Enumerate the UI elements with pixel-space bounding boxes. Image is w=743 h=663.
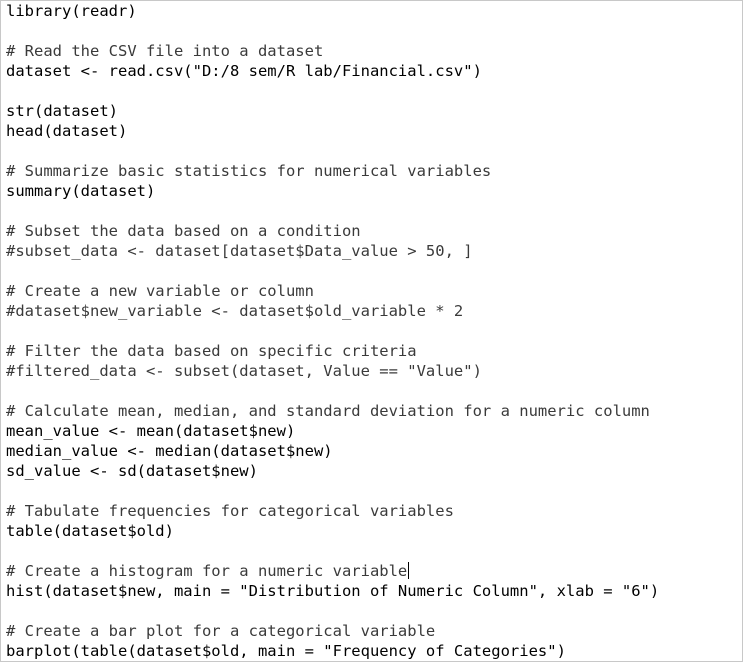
editor-line[interactable]: sd_value <- sd(dataset$new) bbox=[6, 461, 743, 481]
code-comment: # Calculate mean, median, and standard d… bbox=[6, 402, 650, 420]
code-text: table(dataset$old) bbox=[6, 522, 174, 540]
editor-line[interactable]: # Create a bar plot for a categorical va… bbox=[6, 621, 743, 641]
editor-blank-line[interactable] bbox=[6, 81, 743, 101]
code-comment: # Summarize basic statistics for numeric… bbox=[6, 162, 492, 180]
code-text: hist(dataset$new, main = "Distribution o… bbox=[6, 582, 660, 600]
code-text: mean_value <- mean(dataset$new) bbox=[6, 422, 296, 440]
editor-line[interactable]: #filtered_data <- subset(dataset, Value … bbox=[6, 361, 743, 381]
code-text: str(dataset) bbox=[6, 102, 118, 120]
code-comment: #subset_data <- dataset[dataset$Data_val… bbox=[6, 242, 473, 260]
editor-blank-line[interactable] bbox=[6, 141, 743, 161]
editor-blank-line[interactable] bbox=[6, 21, 743, 41]
editor-blank-line[interactable] bbox=[6, 321, 743, 341]
code-text: head(dataset) bbox=[6, 122, 128, 140]
editor-line[interactable]: #dataset$new_variable <- dataset$old_var… bbox=[6, 301, 743, 321]
code-comment: #filtered_data <- subset(dataset, Value … bbox=[6, 362, 482, 380]
code-comment: #dataset$new_variable <- dataset$old_var… bbox=[6, 302, 464, 320]
code-comment: # Create a new variable or column bbox=[6, 282, 314, 300]
editor-line[interactable]: # Subset the data based on a condition bbox=[6, 221, 743, 241]
editor-line[interactable]: hist(dataset$new, main = "Distribution o… bbox=[6, 581, 743, 601]
editor-line[interactable]: mean_value <- mean(dataset$new) bbox=[6, 421, 743, 441]
code-text: barplot(table(dataset$old, main = "Frequ… bbox=[6, 642, 566, 660]
code-text: median_value <- median(dataset$new) bbox=[6, 442, 333, 460]
code-comment: # Filter the data based on specific crit… bbox=[6, 342, 417, 360]
code-text: summary(dataset) bbox=[6, 182, 156, 200]
editor-line[interactable]: # Read the CSV file into a dataset bbox=[6, 41, 743, 61]
editor-line[interactable]: # Summarize basic statistics for numeric… bbox=[6, 161, 743, 181]
code-comment: # Read the CSV file into a dataset bbox=[6, 42, 324, 60]
code-text: sd_value <- sd(dataset$new) bbox=[6, 462, 258, 480]
code-comment: # Create a bar plot for a categorical va… bbox=[6, 622, 436, 640]
editor-blank-line[interactable] bbox=[6, 201, 743, 221]
editor-blank-line[interactable] bbox=[6, 601, 743, 621]
editor-line[interactable]: str(dataset) bbox=[6, 101, 743, 121]
editor-line[interactable]: library(readr) bbox=[6, 1, 743, 21]
editor-line[interactable]: # Tabulate frequencies for categorical v… bbox=[6, 501, 743, 521]
code-comment: # Tabulate frequencies for categorical v… bbox=[6, 502, 454, 520]
code-comment: # Subset the data based on a condition bbox=[6, 222, 361, 240]
code-editor[interactable]: library(readr) # Read the CSV file into a… bbox=[1, 1, 743, 663]
editor-blank-line[interactable] bbox=[6, 261, 743, 281]
editor-line[interactable]: # Calculate mean, median, and standard d… bbox=[6, 401, 743, 421]
editor-line[interactable]: median_value <- median(dataset$new) bbox=[6, 441, 743, 461]
code-comment: # Create a histogram for a numeric varia… bbox=[6, 562, 408, 580]
editor-line[interactable]: table(dataset$old) bbox=[6, 521, 743, 541]
editor-line[interactable]: # Create a new variable or column bbox=[6, 281, 743, 301]
editor-line[interactable]: # Filter the data based on specific crit… bbox=[6, 341, 743, 361]
editor-line[interactable]: #subset_data <- dataset[dataset$Data_val… bbox=[6, 241, 743, 261]
code-text: library(readr) bbox=[6, 2, 137, 20]
editor-line[interactable]: dataset <- read.csv("D:/8 sem/R lab/Fina… bbox=[6, 61, 743, 81]
code-text: dataset <- read.csv("D:/8 sem/R lab/Fina… bbox=[6, 62, 482, 80]
editor-blank-line[interactable] bbox=[6, 381, 743, 401]
text-cursor bbox=[408, 562, 410, 579]
editor-line[interactable]: summary(dataset) bbox=[6, 181, 743, 201]
editor-blank-line[interactable] bbox=[6, 481, 743, 501]
editor-line[interactable]: # Create a histogram for a numeric varia… bbox=[6, 561, 743, 581]
editor-blank-line[interactable] bbox=[6, 541, 743, 561]
editor-line[interactable]: head(dataset) bbox=[6, 121, 743, 141]
editor-line[interactable]: barplot(table(dataset$old, main = "Frequ… bbox=[6, 641, 743, 661]
